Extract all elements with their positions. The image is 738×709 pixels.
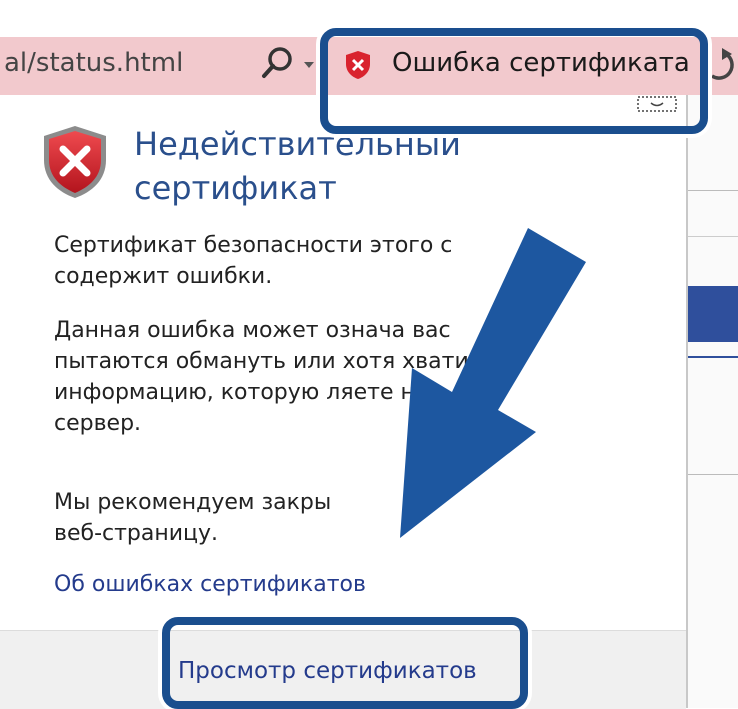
divider — [688, 356, 738, 358]
resize-grip-icon — [637, 96, 677, 112]
chevron-down-icon[interactable] — [302, 58, 316, 72]
divider — [688, 236, 738, 237]
divider — [688, 474, 738, 475]
search-icon[interactable] — [258, 43, 298, 83]
popup-paragraph: Мы рекомендуем закры веб-страницу. — [54, 490, 332, 546]
background-nav-bar — [688, 286, 738, 342]
highlight-certificate-error — [320, 28, 708, 134]
popup-title: Недействительный сертификат — [134, 125, 461, 207]
url-text[interactable]: al/status.html — [4, 48, 183, 78]
divider — [688, 190, 738, 191]
refresh-icon[interactable] — [704, 46, 738, 86]
shield-error-icon — [44, 126, 106, 198]
about-certificate-errors-link[interactable]: Об ошибках сертификатов — [54, 572, 366, 597]
arrow-down-left-icon — [400, 228, 586, 538]
background-page — [688, 95, 738, 708]
highlight-view-certificates — [162, 617, 528, 709]
